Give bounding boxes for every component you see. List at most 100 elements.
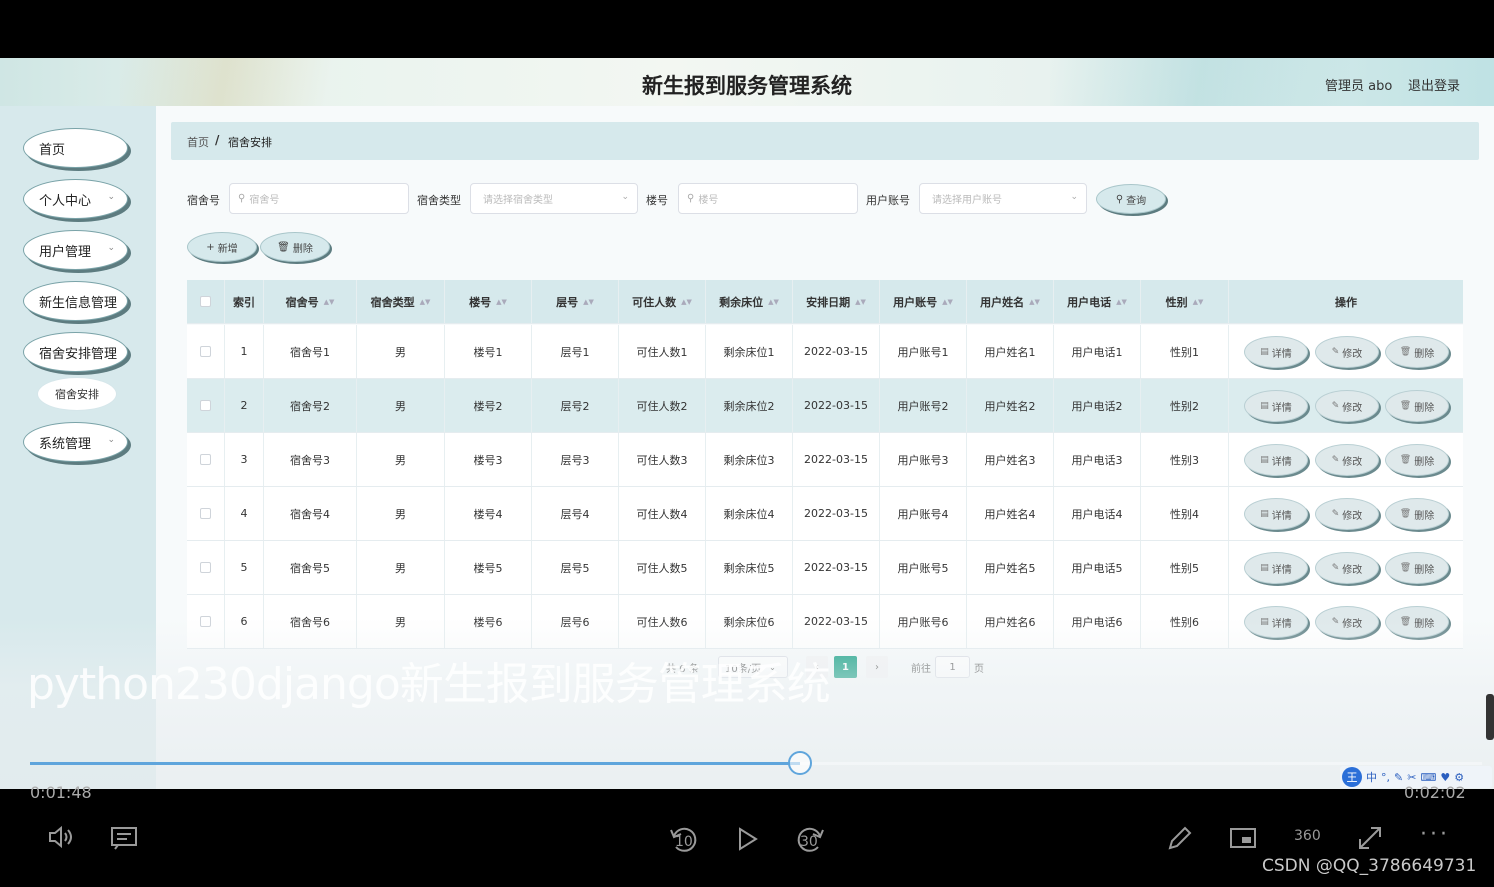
logout-link[interactable]: 退出登录	[1408, 75, 1460, 94]
ime-keyboard-icon[interactable]: ⌨	[1420, 771, 1436, 784]
progress-fill	[30, 762, 801, 765]
progress-bar[interactable]	[30, 751, 1482, 775]
edit-button[interactable]: ✎ 修改	[1315, 552, 1379, 584]
sort-icon[interactable]: ▲▼	[324, 298, 335, 306]
sort-icon[interactable]: ▲▼	[681, 298, 692, 306]
select-all-checkbox[interactable]	[200, 296, 211, 307]
danmaku-icon[interactable]	[110, 825, 138, 857]
admin-label: 管理员 abo	[1325, 79, 1393, 94]
table-row[interactable]: 4 宿舍号4 男楼号4 层号4 可住人数4 剩余床位4 2022-03-15 用户账号4 用户姓…	[187, 487, 1463, 541]
edit-button[interactable]: ✎ 修改	[1315, 390, 1379, 422]
fullscreen-icon[interactable]	[1356, 824, 1384, 858]
ime-punct-icon[interactable]: °,	[1381, 771, 1390, 784]
pencil-icon[interactable]	[1166, 824, 1194, 858]
detail-button[interactable]: ▤ 详情	[1244, 444, 1308, 476]
delete-button[interactable]: 🗑 删除	[1385, 390, 1449, 422]
sort-icon[interactable]: ▲▼	[420, 298, 431, 306]
account-select[interactable]: 请选择用户账号 ⌄	[919, 183, 1087, 214]
row-checkbox[interactable]	[200, 616, 211, 627]
ime-mode[interactable]: 中	[1366, 769, 1377, 785]
delete-button[interactable]: 🗑 删除	[1385, 606, 1449, 638]
column-header[interactable]: 可住人数 ▲▼	[619, 280, 706, 323]
column-header[interactable]: 楼号 ▲▼	[445, 280, 532, 323]
row-checkbox[interactable]	[200, 346, 211, 357]
ime-pen-icon[interactable]: ✎	[1394, 771, 1403, 784]
table-row[interactable]: 3 宿舍号3 男楼号3 层号3 可住人数3 剩余床位3 2022-03-15 用户账号3 用户姓…	[187, 433, 1463, 487]
row-checkbox[interactable]	[200, 400, 211, 411]
table-row[interactable]: 2 宿舍号2 男楼号2 层号2 可住人数2 剩余床位2 2022-03-15 用户账号2 用户姓…	[187, 379, 1463, 433]
prev-page-button[interactable]: ‹	[806, 656, 828, 678]
breadcrumb-home[interactable]: 首页	[187, 134, 209, 150]
ime-tools-icon[interactable]: ✂	[1407, 771, 1416, 784]
edit-button[interactable]: ✎ 修改	[1315, 336, 1379, 368]
sidebar-item-home[interactable]: 首页	[23, 128, 128, 168]
edit-button[interactable]: ✎ 修改	[1315, 606, 1379, 638]
more-icon[interactable]: ···	[1420, 822, 1450, 847]
page-number-current[interactable]: 1	[834, 656, 857, 678]
row-checkbox[interactable]	[200, 562, 211, 573]
delete-button[interactable]: 🗑 删除	[1385, 498, 1449, 530]
page-size-select[interactable]: 10条/页 ⌄	[718, 656, 788, 678]
query-button[interactable]: ⚲ 查询	[1096, 184, 1166, 214]
detail-button[interactable]: ▤ 详情	[1244, 498, 1308, 530]
sort-icon[interactable]: ▲▼	[496, 298, 507, 306]
detail-button[interactable]: ▤ 详情	[1244, 336, 1308, 368]
edit-button[interactable]: ✎ 修改	[1315, 444, 1379, 476]
next-page-button[interactable]: ›	[866, 656, 888, 678]
sort-icon[interactable]: ▲▼	[1116, 298, 1127, 306]
sort-icon[interactable]: ▲▼	[768, 298, 779, 306]
dorm-no-input[interactable]: ⚲ 宿舍号	[229, 183, 409, 214]
column-header[interactable]: 用户账号 ▲▼	[880, 280, 967, 323]
table-row[interactable]: 1 宿舍号1 男楼号1 层号1 可住人数1 剩余床位1 2022-03-15 用户账号1 用户姓…	[187, 325, 1463, 379]
row-checkbox[interactable]	[200, 454, 211, 465]
column-header[interactable]: 安排日期 ▲▼	[793, 280, 880, 323]
detail-button[interactable]: ▤ 详情	[1244, 606, 1308, 638]
table-row[interactable]: 5 宿舍号5 男楼号5 层号5 可住人数5 剩余床位5 2022-03-15 用户账号5 用户姓…	[187, 541, 1463, 595]
column-header[interactable]: 剩余床位 ▲▼	[706, 280, 793, 323]
building-input[interactable]: ⚲ 楼号	[678, 183, 858, 214]
ime-settings-icon[interactable]: ⚙	[1454, 771, 1464, 784]
pagination: 共 6 条 10条/页 ⌄ ‹ 1 › 前往 1 页	[0, 656, 1494, 678]
sort-icon[interactable]: ▲▼	[1193, 298, 1204, 306]
volume-icon[interactable]	[48, 824, 76, 856]
table-cell: 用户账号5	[880, 541, 967, 594]
dorm-type-select[interactable]: 请选择宿舍类型 ⌄	[470, 183, 638, 214]
sidebar-item-profile[interactable]: 个人中心 ⌄	[23, 179, 128, 219]
sort-icon[interactable]: ▲▼	[942, 298, 953, 306]
progress-knob[interactable]	[788, 751, 813, 775]
column-header[interactable]: 用户电话 ▲▼	[1054, 280, 1141, 323]
batch-delete-button[interactable]: 🗑 删除	[260, 232, 330, 262]
play-icon[interactable]	[737, 826, 759, 858]
column-header[interactable]: 宿舍类型 ▲▼	[357, 280, 445, 323]
table-cell: 男	[357, 541, 445, 594]
sort-icon[interactable]: ▲▼	[583, 298, 594, 306]
sidebar-item-dorm-management[interactable]: 宿舍安排管理	[23, 332, 128, 372]
detail-button[interactable]: ▤ 详情	[1244, 390, 1308, 422]
table-row[interactable]: 6 宿舍号6 男楼号6 层号6 可住人数6 剩余床位6 2022-03-15 用户账号6 用户姓…	[187, 595, 1463, 649]
row-checkbox[interactable]	[200, 508, 211, 519]
column-header[interactable]: 宿舍号 ▲▼	[264, 280, 357, 323]
column-header[interactable]: 层号 ▲▼	[532, 280, 619, 323]
detail-button[interactable]: ▤ 详情	[1244, 552, 1308, 584]
vr360-icon[interactable]: 360	[1294, 828, 1321, 844]
delete-button[interactable]: 🗑 删除	[1385, 444, 1449, 476]
delete-button[interactable]: 🗑 删除	[1385, 552, 1449, 584]
column-header[interactable]: 用户姓名 ▲▼	[967, 280, 1054, 323]
sidebar-item-student-info[interactable]: 新生信息管理	[23, 281, 128, 321]
sort-icon[interactable]: ▲▼	[855, 298, 866, 306]
sidebar-item-system[interactable]: 系统管理 ⌄	[23, 422, 128, 462]
table-cell: 性别4	[1141, 487, 1229, 540]
sort-icon[interactable]: ▲▼	[1029, 298, 1040, 306]
ime-skin-icon[interactable]: ♥	[1440, 771, 1450, 784]
sidebar-item-users[interactable]: 用户管理 ⌄	[23, 230, 128, 270]
add-button[interactable]: + 新增	[187, 232, 257, 262]
delete-button[interactable]: 🗑 删除	[1385, 336, 1449, 368]
edit-button[interactable]: ✎ 修改	[1315, 498, 1379, 530]
table-cell: 用户姓名1	[967, 325, 1054, 378]
pip-icon[interactable]	[1229, 826, 1257, 856]
scrollbar-handle[interactable]	[1486, 694, 1494, 740]
actions-cell: ▤ 详情 ✎ 修改 🗑 删除	[1229, 433, 1463, 486]
sidebar-subitem-dorm-arrangement[interactable]: 宿舍安排	[38, 378, 116, 410]
goto-page-input[interactable]: 1	[935, 656, 970, 678]
column-header[interactable]: 性别 ▲▼	[1141, 280, 1229, 323]
